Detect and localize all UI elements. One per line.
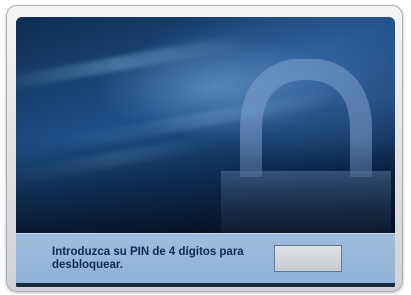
pin-input[interactable] (274, 245, 342, 272)
lock-icon (221, 59, 391, 259)
pin-prompt-text: Introduzca su PIN de 4 dígitos para desb… (52, 246, 244, 271)
window-frame: Introduzca su PIN de 4 dígitos para desb… (6, 5, 403, 292)
lock-screen: Introduzca su PIN de 4 dígitos para desb… (16, 17, 395, 287)
screen-bottom-edge (16, 283, 395, 287)
background-light-streak (16, 34, 246, 94)
pin-prompt-bar: Introduzca su PIN de 4 dígitos para desb… (16, 233, 395, 284)
